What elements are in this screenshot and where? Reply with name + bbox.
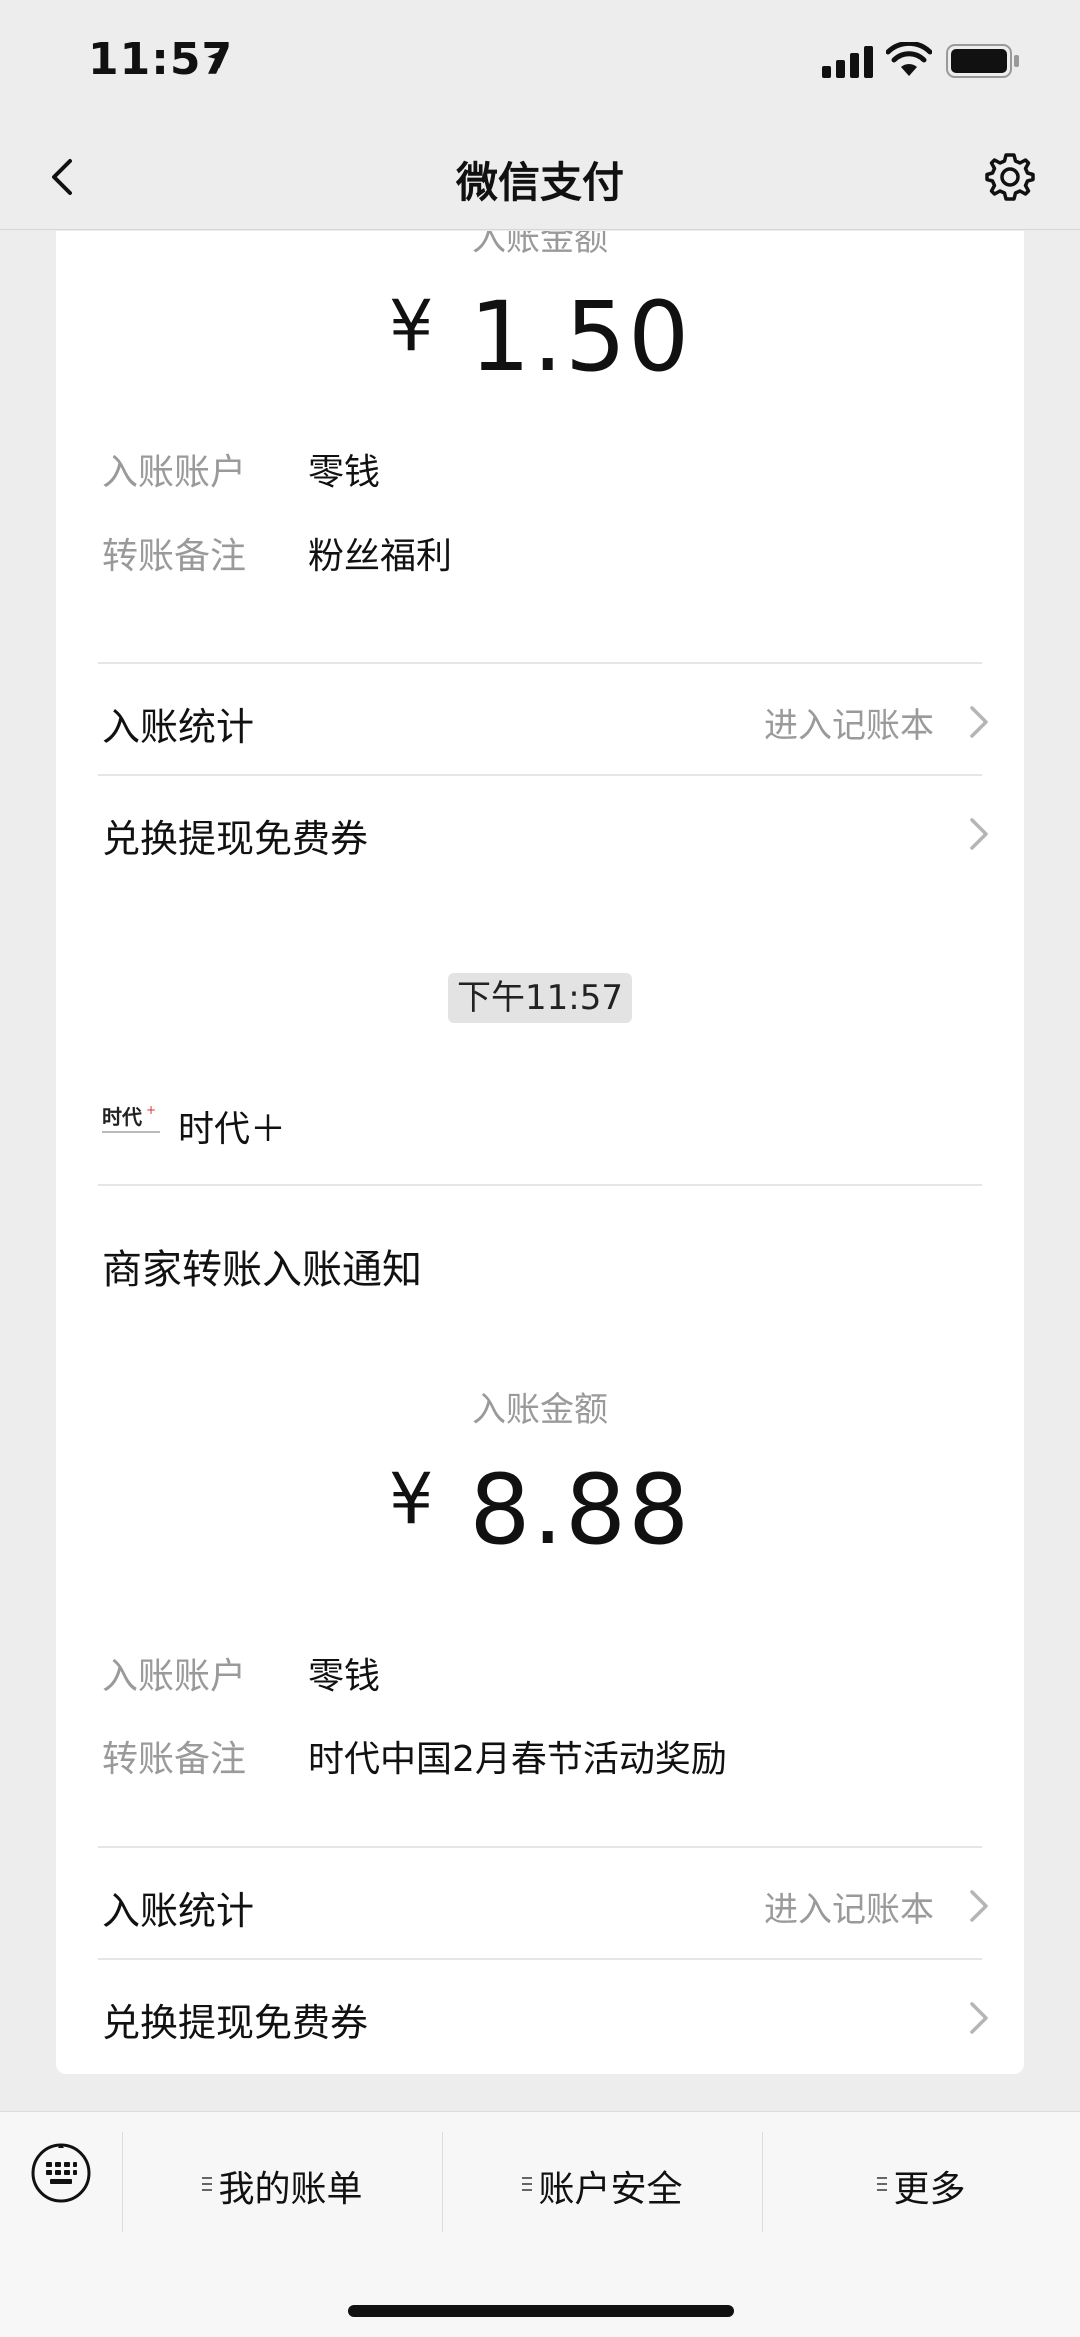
stats-row[interactable]: 入账统计 进入记账本: [56, 664, 1024, 774]
remark-value: 时代中国2月春节活动奖励: [308, 1739, 727, 1780]
stats-hint: 进入记账本: [764, 1890, 934, 1930]
transfer-card: 时代 + 时代＋ 商家转账入账通知 入账金额 ¥8.88 入账账户 零钱 转账备…: [56, 1054, 1024, 2074]
amount-value: ¥8.88: [56, 1454, 1024, 1566]
amount-value: ¥1.50: [56, 281, 1024, 393]
battery-icon: [946, 44, 1019, 78]
page-title: 微信支付: [455, 158, 624, 207]
menu-lines-icon: [877, 2177, 888, 2195]
remark-value: 粉丝福利: [308, 536, 453, 577]
stats-label: 入账统计: [102, 705, 255, 749]
message-list[interactable]: 入账金额 ¥1.50 入账账户 零钱 转账备注 粉丝福利 入账统计 进入记账本 …: [0, 231, 1080, 2111]
amount-label: 入账金额: [472, 1390, 608, 1430]
amount-number: 8.88: [469, 1454, 692, 1566]
coupon-label: 兑换提现免费券: [102, 2001, 369, 2045]
currency-symbol: ¥: [388, 1458, 436, 1540]
amount-label: 入账金额: [472, 231, 608, 259]
status-bar: 11:57: [0, 0, 1080, 125]
stats-label: 入账统计: [102, 1889, 255, 1933]
remark-label: 转账备注: [102, 536, 247, 577]
message-timestamp: 下午11:57: [448, 973, 632, 1023]
stats-row[interactable]: 入账统计 进入记账本: [56, 1848, 1024, 1958]
merchant-logo-icon: 时代 +: [102, 1103, 160, 1133]
account-label: 入账账户: [102, 452, 247, 493]
chevron-right-icon: [970, 706, 988, 738]
coupon-label: 兑换提现免费券: [102, 817, 369, 861]
chevron-right-icon: [970, 2002, 988, 2034]
notice-title: 商家转账入账通知: [102, 1247, 422, 1293]
account-value: 零钱: [308, 452, 381, 493]
chevron-right-icon: [970, 1890, 988, 1922]
menu-more[interactable]: 更多: [762, 2132, 1080, 2232]
coupon-row[interactable]: 兑换提现免费券: [56, 1960, 1024, 2070]
menu-my-bills[interactable]: 我的账单: [122, 2132, 442, 2232]
location-arrow-icon: [207, 47, 229, 69]
menu-lines-icon: [522, 2177, 533, 2195]
keyboard-icon[interactable]: [30, 2142, 92, 2204]
divider: [98, 1184, 982, 1186]
chevron-right-icon: [970, 818, 988, 850]
currency-symbol: ¥: [388, 285, 436, 367]
home-indicator: [348, 2305, 734, 2317]
stats-hint: 进入记账本: [764, 706, 934, 746]
nav-bar: 微信支付: [0, 125, 1080, 230]
logo-text: 时代: [102, 1105, 142, 1129]
gear-icon[interactable]: [980, 147, 1040, 207]
menu-item-label: 账户安全: [538, 2169, 683, 2210]
menu-item-label: 更多: [893, 2169, 966, 2210]
menu-item-label: 我的账单: [218, 2169, 363, 2210]
menu-account-security[interactable]: 账户安全: [442, 2132, 762, 2232]
amount-number: 1.50: [469, 281, 692, 393]
wifi-icon: [886, 42, 932, 76]
bottom-menu-bar: 我的账单 账户安全 更多: [0, 2111, 1080, 2337]
account-label: 入账账户: [102, 1656, 247, 1697]
account-value: 零钱: [308, 1656, 381, 1697]
cellular-signal-icon: [822, 46, 873, 78]
merchant-name: 时代＋: [178, 1109, 287, 1150]
coupon-row[interactable]: 兑换提现免费券: [56, 776, 1024, 886]
remark-label: 转账备注: [102, 1739, 247, 1780]
menu-lines-icon: [202, 2177, 213, 2195]
svg-text:+: +: [146, 1103, 156, 1117]
